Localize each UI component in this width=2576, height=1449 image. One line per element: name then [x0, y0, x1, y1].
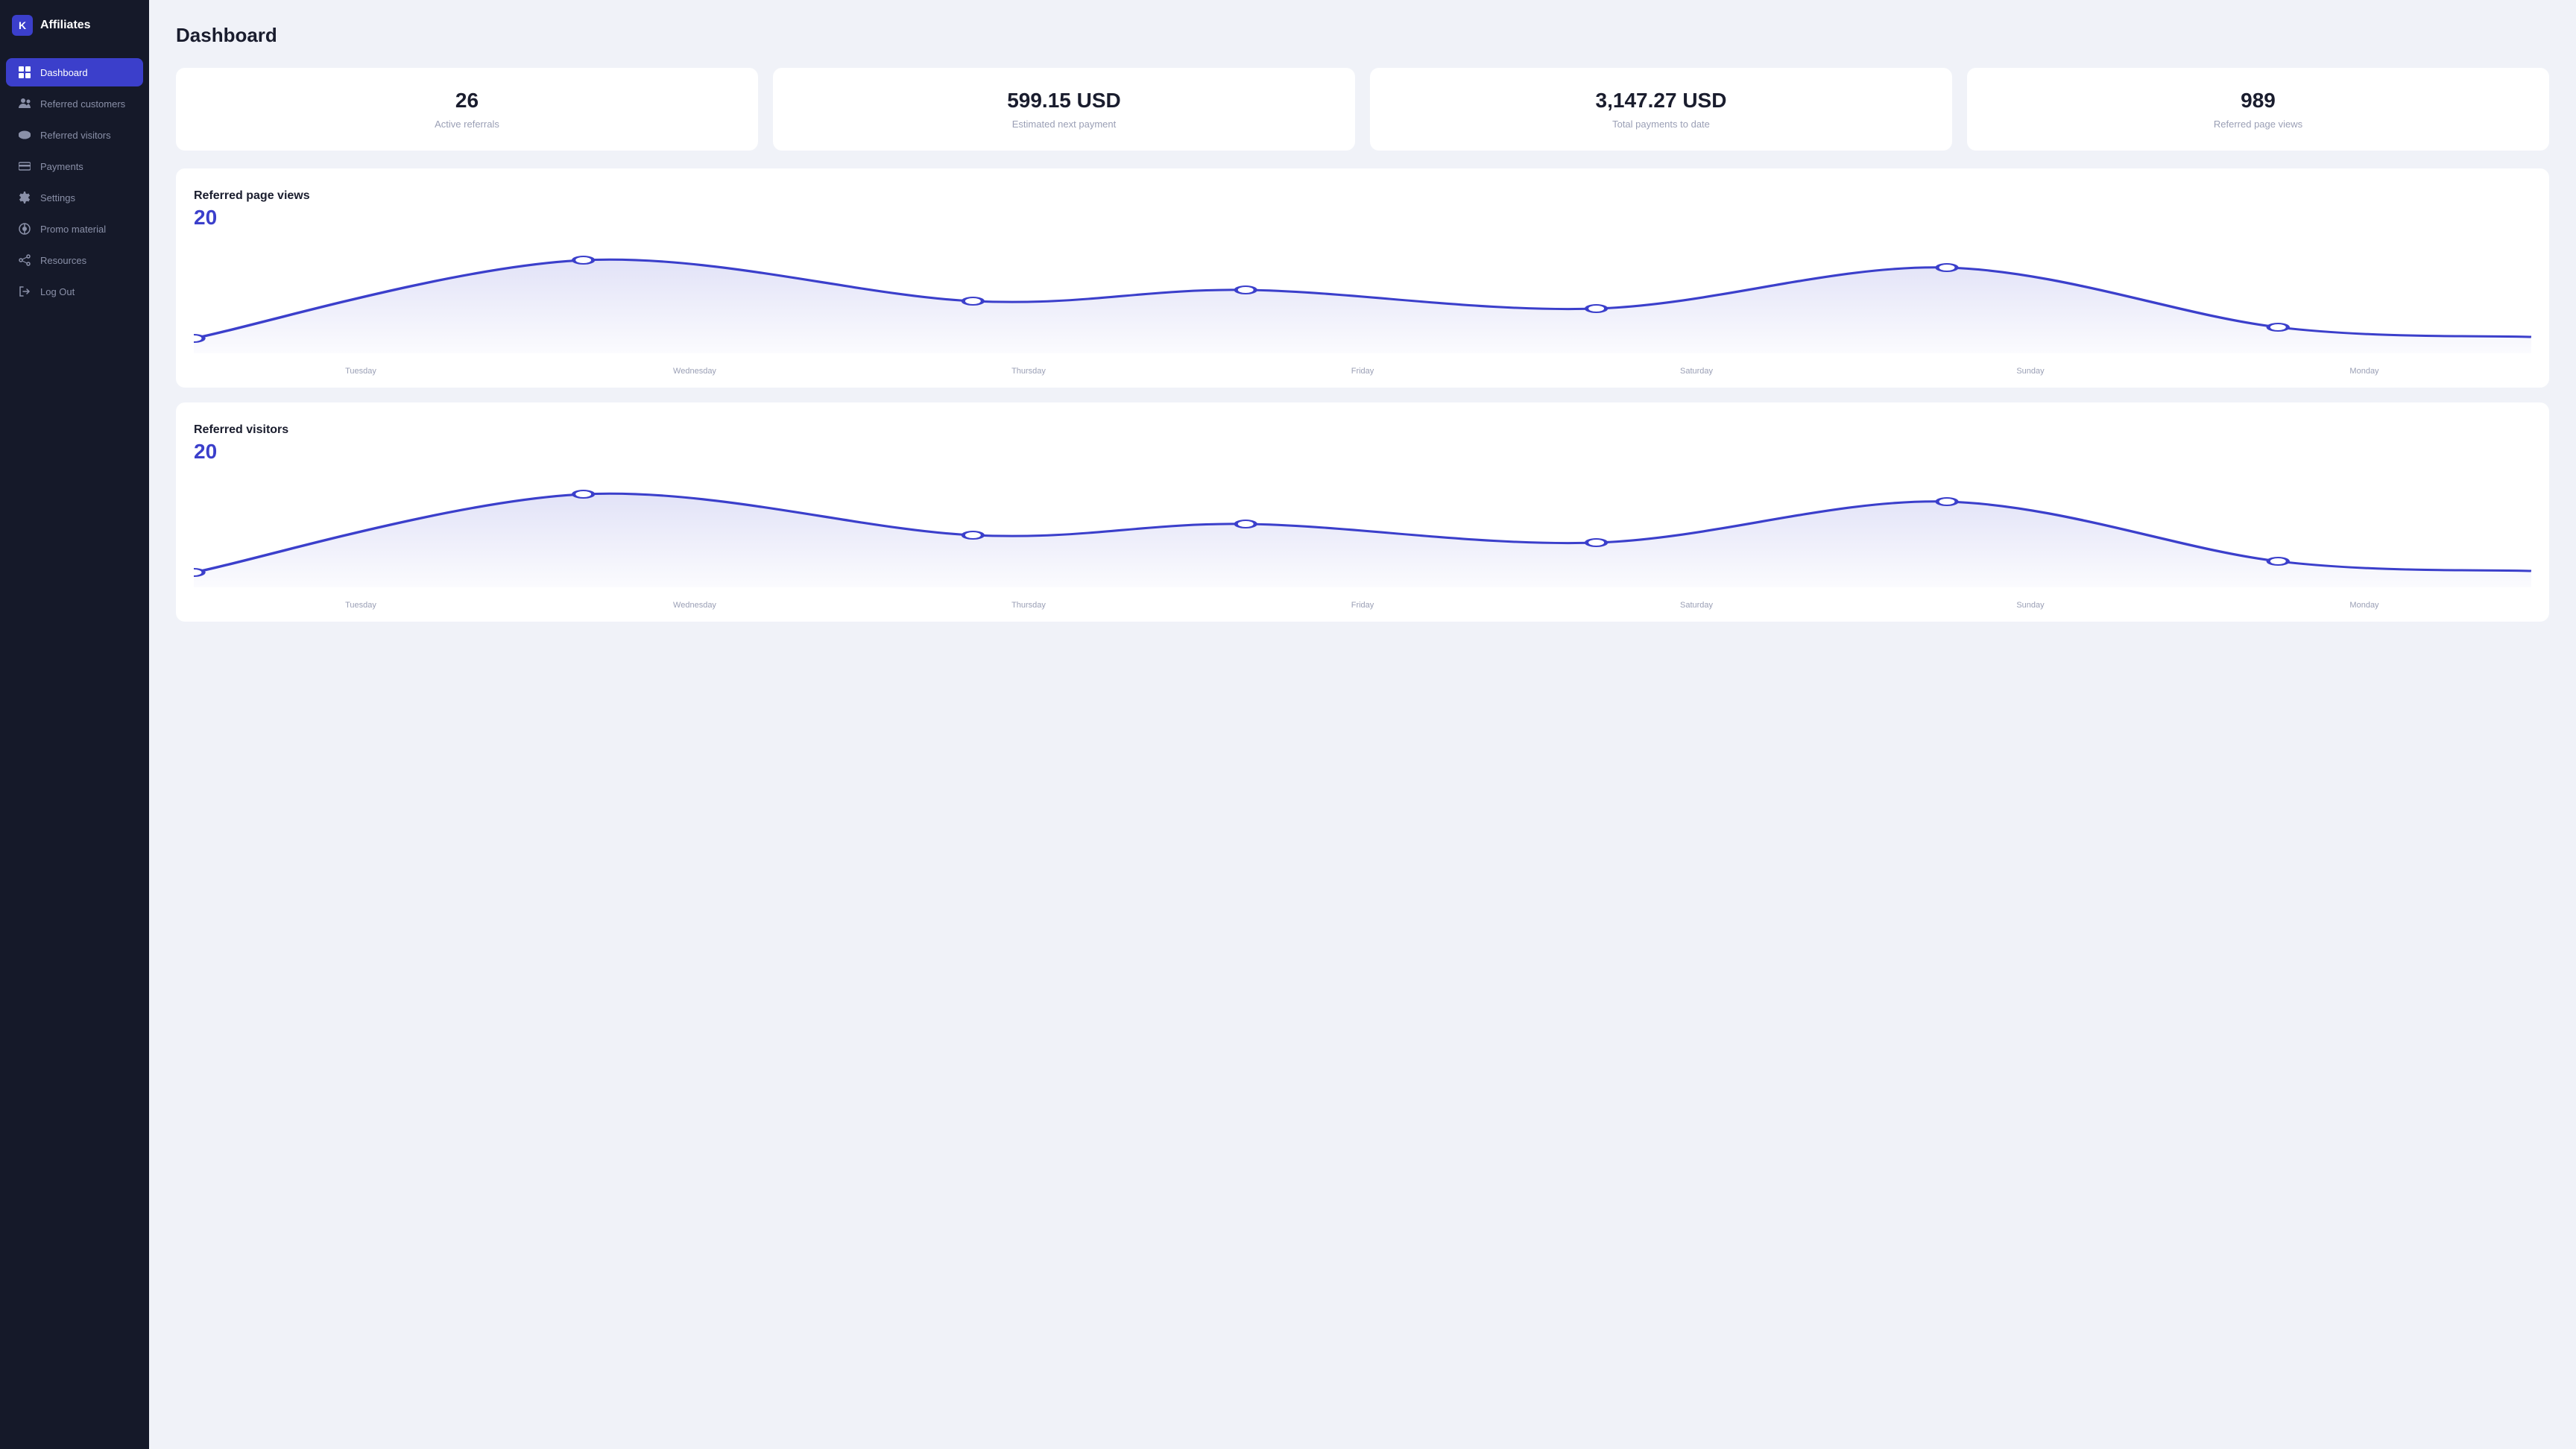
chart-day-label: Tuesday	[194, 601, 528, 610]
chart-day-label: Saturday	[1530, 367, 1863, 376]
chart-dot-0	[194, 569, 203, 576]
sidebar-item-label-referred-visitors: Referred visitors	[40, 130, 111, 141]
chart-title-referred-page-views-chart: Referred page views	[194, 189, 2531, 203]
stat-label-active-referrals: Active referrals	[194, 119, 740, 130]
chart-day-label: Monday	[2197, 367, 2531, 376]
chart-svg-referred-visitors-chart	[194, 476, 2531, 587]
chart-day-label: Sunday	[1863, 601, 2197, 610]
chart-dot-3	[1236, 520, 1255, 528]
referred-customers-icon	[18, 97, 31, 110]
log-out-icon	[18, 285, 31, 298]
chart-dot-1	[574, 256, 593, 264]
sidebar-item-label-dashboard: Dashboard	[40, 67, 88, 78]
chart-day-label: Tuesday	[194, 367, 528, 376]
chart-day-label: Thursday	[862, 367, 1196, 376]
chart-day-label: Thursday	[862, 601, 1196, 610]
chart-value-referred-page-views-chart: 20	[194, 206, 2531, 230]
main-content: Dashboard 26 Active referrals 599.15 USD Es…	[149, 0, 2576, 1449]
sidebar-item-referred-customers[interactable]: Referred customers	[6, 89, 143, 118]
sidebar-item-label-payments: Payments	[40, 161, 83, 172]
chart-value-referred-visitors-chart: 20	[194, 440, 2531, 464]
sidebar-item-resources[interactable]: Resources	[6, 246, 143, 274]
stat-label-referred-page-views: Referred page views	[1985, 119, 2531, 130]
chart-day-label: Sunday	[1863, 367, 2197, 376]
stat-card-total-payments: 3,147.27 USD Total payments to date	[1370, 68, 1952, 151]
chart-svg-container-referred-visitors-chart	[194, 476, 2531, 595]
sidebar-item-label-promo-material: Promo material	[40, 224, 106, 235]
page-title: Dashboard	[176, 24, 2549, 47]
brand: K Affiliates	[0, 0, 149, 51]
sidebar-item-promo-material[interactable]: Promo material	[6, 215, 143, 243]
chart-labels-referred-visitors-chart: TuesdayWednesdayThursdayFridaySaturdaySu…	[194, 595, 2531, 610]
chart-day-label: Friday	[1196, 367, 1530, 376]
stat-value-total-payments: 3,147.27 USD	[1388, 89, 1934, 113]
sidebar: K Affiliates Dashboard Referred customers…	[0, 0, 149, 1449]
stat-card-estimated-payment: 599.15 USD Estimated next payment	[773, 68, 1355, 151]
chart-dot-6	[2268, 558, 2288, 565]
sidebar-item-referred-visitors[interactable]: Referred visitors	[6, 121, 143, 149]
chart-dot-0	[194, 335, 203, 342]
sidebar-item-payments[interactable]: Payments	[6, 152, 143, 180]
stats-grid: 26 Active referrals 599.15 USD Estimated ne…	[176, 68, 2549, 151]
chart-dot-2	[963, 531, 982, 539]
chart-day-label: Saturday	[1530, 601, 1863, 610]
stat-value-referred-page-views: 989	[1985, 89, 2531, 113]
stat-value-estimated-payment: 599.15 USD	[791, 89, 1337, 113]
chart-title-referred-visitors-chart: Referred visitors	[194, 423, 2531, 437]
chart-dot-5	[1937, 498, 1957, 505]
dashboard-icon	[18, 66, 31, 79]
promo-material-icon	[18, 222, 31, 236]
settings-icon	[18, 191, 31, 204]
chart-dot-4	[1587, 305, 1606, 312]
resources-icon	[18, 253, 31, 267]
chart-day-label: Friday	[1196, 601, 1530, 610]
chart-day-label: Wednesday	[528, 601, 862, 610]
sidebar-item-log-out[interactable]: Log Out	[6, 277, 143, 306]
chart-dot-2	[963, 297, 982, 305]
brand-icon: K	[12, 15, 33, 36]
chart-card-referred-visitors-chart: Referred visitors 20 TuesdayWednesdayThurs…	[176, 402, 2549, 622]
sidebar-item-label-resources: Resources	[40, 255, 86, 266]
chart-svg-referred-page-views-chart	[194, 242, 2531, 353]
charts-container: Referred page views20TuesdayWednesdayThu…	[176, 168, 2549, 622]
stat-label-total-payments: Total payments to date	[1388, 119, 1934, 130]
stat-card-referred-page-views: 989 Referred page views	[1967, 68, 2549, 151]
referred-visitors-icon	[18, 128, 31, 142]
stat-value-active-referrals: 26	[194, 89, 740, 113]
sidebar-item-label-settings: Settings	[40, 192, 75, 203]
chart-day-label: Wednesday	[528, 367, 862, 376]
chart-dot-5	[1937, 264, 1957, 271]
stat-card-active-referrals: 26 Active referrals	[176, 68, 758, 151]
chart-dot-1	[574, 490, 593, 498]
chart-svg-container-referred-page-views-chart	[194, 242, 2531, 361]
payments-icon	[18, 160, 31, 173]
chart-day-label: Monday	[2197, 601, 2531, 610]
chart-dot-4	[1587, 539, 1606, 546]
sidebar-item-label-referred-customers: Referred customers	[40, 98, 125, 110]
sidebar-item-dashboard[interactable]: Dashboard	[6, 58, 143, 86]
chart-labels-referred-page-views-chart: TuesdayWednesdayThursdayFridaySaturdaySu…	[194, 361, 2531, 376]
chart-dot-3	[1236, 286, 1255, 294]
sidebar-nav: Dashboard Referred customers Referred visi…	[0, 51, 149, 313]
sidebar-item-settings[interactable]: Settings	[6, 183, 143, 212]
brand-name: Affiliates	[40, 19, 91, 32]
chart-dot-6	[2268, 323, 2288, 331]
stat-label-estimated-payment: Estimated next payment	[791, 119, 1337, 130]
chart-card-referred-page-views-chart: Referred page views 20 TuesdayWednesdayThu…	[176, 168, 2549, 388]
sidebar-item-label-log-out: Log Out	[40, 286, 75, 297]
